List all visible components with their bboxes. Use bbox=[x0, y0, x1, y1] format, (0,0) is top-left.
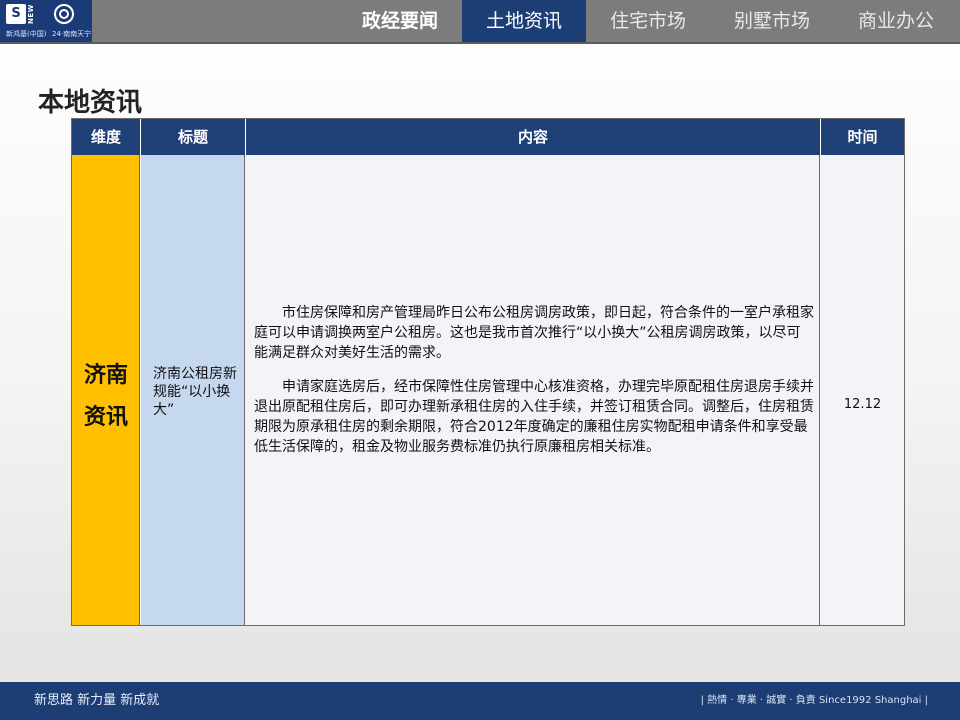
dimension-label-text: 济南 资讯 bbox=[83, 363, 128, 430]
globe-logo-icon bbox=[54, 4, 74, 24]
tab-residential-market[interactable]: 住宅市场 bbox=[586, 0, 710, 42]
top-nav-bar: S NEW 新鸿基(中国) 24·南南天宁 政经要闻 土地资讯 住宅市场 别墅市… bbox=[0, 0, 960, 44]
news-title: 济南公租房新规能“以小换大” bbox=[153, 366, 237, 418]
news-table: 维度 标题 内容 时间 济南 资讯 济南公租房新规能“以小换大” 市住房保障和房产… bbox=[71, 118, 905, 626]
news-content: 市住房保障和房产管理局昨日公布公租房调房政策，即日起，符合条件的一室户承租家庭可… bbox=[254, 303, 814, 471]
content-paragraph-2: 申请家庭选房后，经市保障性住房管理中心核准资格，办理完毕原配租住房退房手续并退出… bbox=[254, 379, 814, 455]
table-header-row: 维度 标题 内容 时间 bbox=[72, 119, 904, 155]
dimension-cell: 济南 资讯 bbox=[72, 155, 140, 625]
content-paragraph-1: 市住房保障和房产管理局昨日公布公租房调房政策，即日起，符合条件的一室户承租家庭可… bbox=[254, 305, 814, 361]
table-row: 济南 资讯 济南公租房新规能“以小换大” 市住房保障和房产管理局昨日公布公租房调房… bbox=[72, 155, 904, 625]
column-header-content: 内容 bbox=[246, 119, 821, 155]
time-cell: 12.12 bbox=[821, 155, 904, 625]
title-cell: 济南公租房新规能“以小换大” bbox=[141, 155, 245, 625]
content-cell: 市住房保障和房产管理局昨日公布公租房调房政策，即日起，符合条件的一室户承租家庭可… bbox=[246, 155, 820, 625]
footer-slogan: 新思路 新力量 新成就 bbox=[34, 693, 160, 708]
tab-policy-news[interactable]: 政经要闻 bbox=[338, 0, 462, 42]
dimension-label: 济南 资讯 bbox=[72, 355, 140, 439]
footer-bar: 新思路 新力量 新成就 | 熱情 · 專業 · 誠實 · 負責 Since199… bbox=[0, 682, 960, 720]
logo-name-text: 新鸿基(中国) bbox=[6, 30, 47, 38]
logo-new-text: NEW bbox=[27, 4, 35, 24]
tab-commercial-office[interactable]: 商业办公 bbox=[834, 0, 958, 42]
logo-mark-icon: S bbox=[6, 4, 26, 24]
section-tabs: 政经要闻 土地资讯 住宅市场 别墅市场 商业办公 bbox=[338, 0, 958, 42]
page-title: 本地资讯 bbox=[38, 88, 143, 118]
tab-villa-market[interactable]: 别墅市场 bbox=[710, 0, 834, 42]
tab-land-info[interactable]: 土地资讯 bbox=[462, 0, 586, 42]
logo-slogan-text: 24·南南天宁 bbox=[52, 30, 92, 38]
column-header-dimension: 维度 bbox=[72, 119, 141, 155]
company-logo[interactable]: S NEW 新鸿基(中国) 24·南南天宁 bbox=[0, 0, 92, 42]
news-date: 12.12 bbox=[843, 397, 882, 412]
column-header-time: 时间 bbox=[847, 128, 878, 146]
column-header-title: 标题 bbox=[141, 119, 246, 155]
footer-motto: | 熱情 · 專業 · 誠實 · 負責 Since1992 Shanghai | bbox=[700, 695, 928, 706]
